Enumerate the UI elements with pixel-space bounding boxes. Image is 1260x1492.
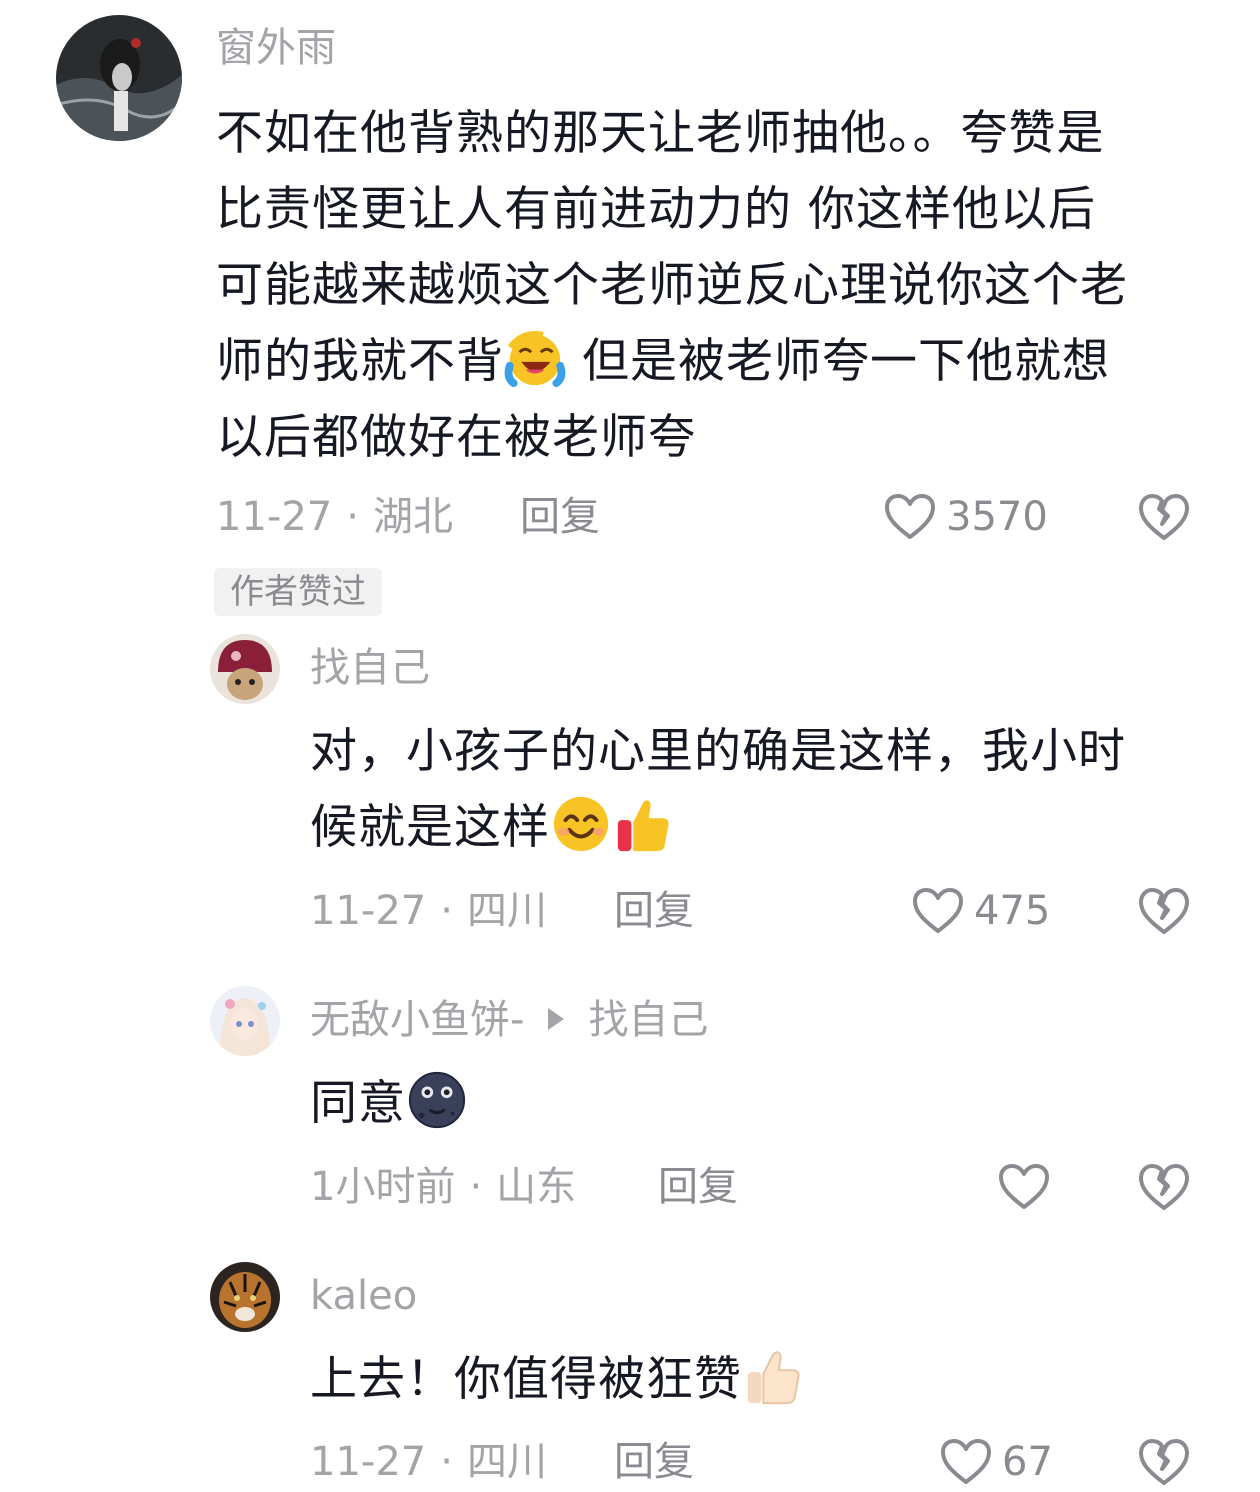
comment-line: 以后都做好在被老师夸 [216,410,696,465]
play-arrow-icon [548,1008,565,1030]
dislike-button[interactable] [1138,886,1190,936]
like-button[interactable] [998,1162,1060,1212]
username[interactable]: 找自己 [310,644,430,692]
heart-outline-icon [940,1438,992,1486]
comment-meta: 11-27 · 四川 [310,887,547,935]
comment-text: 上去！你值得被狂赞 [310,1342,1210,1418]
heart-outline-icon [912,887,964,935]
comment-text: 同意 [310,1066,1210,1142]
comment-date: 11-27 [216,494,333,540]
separator: · [440,888,453,934]
dislike-button[interactable] [1138,1162,1190,1212]
laughing-crying-emoji-icon [504,327,566,389]
comment-line: 对，小孩子的心里的确是这样，我小时 [310,724,1126,779]
like-count: 67 [1002,1439,1053,1485]
comment-line: 比责怪更让人有前进动力的 你这样他以后 [216,182,1096,237]
like-button[interactable]: 3570 [884,492,1048,542]
comment-location: 山东 [496,1164,577,1210]
broken-heart-icon [1138,1437,1190,1487]
thumbs-up-emoji-icon [612,793,674,855]
comment-date: 11-27 [310,1439,427,1485]
avatar[interactable] [210,634,280,704]
comment-meta: 11-27 · 湖北 [216,493,453,541]
comment-line: 不如在他背熟的那天让老师抽他。。夸赞是 [216,106,1105,161]
comment-meta: 11-27 · 四川 [310,1438,547,1486]
comment-line: 候就是这样 [310,790,1210,866]
author-liked-badge: 作者赞过 [214,568,382,616]
comment-line: 可能越来越烦这个老师逆反心理说你这个老 [216,258,1128,313]
comment-text: 不如在他背熟的那天让老师抽他。。夸赞是 比责怪更让人有前进动力的 你这样他以后 … [216,96,1216,476]
reply-button[interactable]: 回复 [614,887,694,935]
comment-text: 对，小孩子的心里的确是这样，我小时 候就是这样 [310,714,1210,866]
comment-location: 四川 [466,888,547,934]
comment-location: 四川 [466,1439,547,1485]
avatar[interactable] [210,986,280,1056]
comment-date: 11-27 [310,888,427,934]
comment-date: 1小时前 [310,1164,456,1210]
separator: · [440,1439,453,1485]
reply-button[interactable]: 回复 [520,493,600,541]
separator: · [469,1164,483,1210]
comment-line: 师的我就不背 但是被老师夸一下他就想 [216,324,1216,400]
like-count: 3570 [946,494,1048,540]
avatar[interactable] [210,1262,280,1332]
broken-heart-icon [1138,1162,1190,1212]
separator: · [346,494,359,540]
username: 无敌小鱼饼- 找自己 [310,996,708,1044]
like-count: 475 [974,888,1051,934]
dislike-button[interactable] [1138,1437,1190,1487]
thumbs-up-light-skin-emoji-icon [742,1345,804,1407]
comment-meta: 1小时前 · 山东 [310,1163,576,1211]
reply-button[interactable]: 回复 [614,1438,694,1486]
username[interactable]: 窗外雨 [216,24,336,72]
username[interactable]: kaleo [310,1272,417,1320]
new-moon-face-emoji-icon [406,1069,468,1131]
heart-outline-icon [998,1163,1050,1211]
reply-button[interactable]: 回复 [658,1163,738,1211]
smiling-face-emoji-icon [550,793,612,855]
reply-author[interactable]: 无敌小鱼饼- [310,997,524,1043]
dislike-button[interactable] [1138,492,1190,542]
like-button[interactable]: 475 [912,886,1050,936]
broken-heart-icon [1138,492,1190,542]
avatar[interactable] [56,15,182,141]
reply-target[interactable]: 找自己 [588,997,708,1043]
like-button[interactable]: 67 [940,1437,1053,1487]
broken-heart-icon [1138,886,1190,936]
comment-location: 湖北 [372,494,453,540]
heart-outline-icon [884,493,936,541]
